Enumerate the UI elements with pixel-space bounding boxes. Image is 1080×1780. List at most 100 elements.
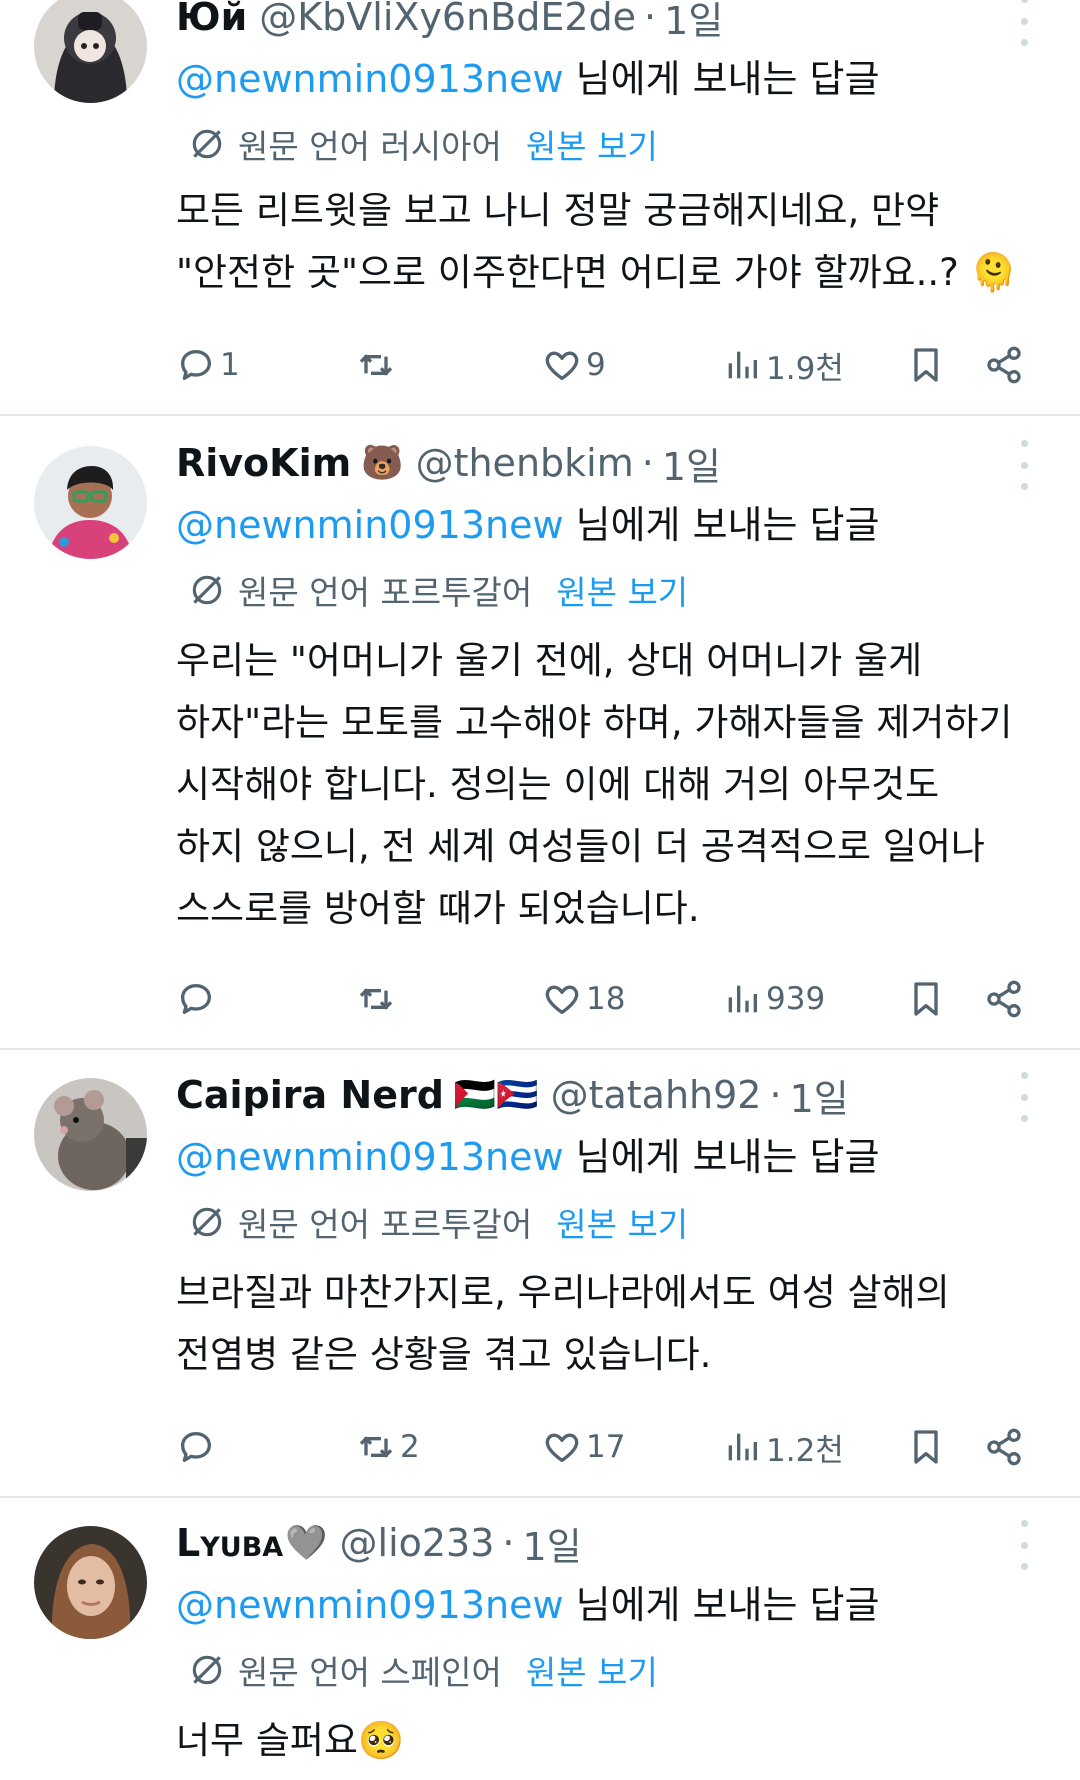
display-name[interactable]: Lyuba [176, 1521, 283, 1565]
timestamp[interactable]: 1일 [790, 1068, 849, 1123]
timestamp[interactable]: 1일 [523, 1516, 582, 1571]
tweet-header: Lyuba 🩶 @lio233 · 1일 [176, 1516, 582, 1571]
retweet-button[interactable] [356, 974, 400, 1024]
show-original-link[interactable]: 원본 보기 [526, 120, 658, 168]
like-button[interactable]: 18 [542, 974, 625, 1024]
views-button[interactable]: 1.9천 [722, 340, 844, 390]
bookmark-icon [914, 982, 938, 1016]
reply-count: 1 [220, 347, 240, 383]
action-bar: 2 17 1.2천 [176, 1422, 1036, 1472]
tweet-text: 브라질과 마찬가지로, 우리나라에서도 여성 살해의 전염병 같은 상황을 겪고… [176, 1271, 950, 1376]
reply-tweet[interactable]: Caipira Nerd 🇵🇸🇨🇺 @tatahh92 · 1일 @newnmi… [0, 1050, 1080, 1496]
more-icon[interactable] [1012, 1072, 1036, 1122]
views-icon [728, 351, 757, 379]
replying-to: @newnmin0913new 님에게 보내는 답글 [176, 1135, 880, 1179]
tweet-header: RivoKim 🐻 @thenbkim · 1일 [176, 436, 721, 491]
translate-icon [192, 1207, 222, 1237]
reply-mention[interactable]: @newnmin0913new [176, 57, 564, 101]
avatar[interactable] [34, 1078, 147, 1191]
translation-label: 원문 언어 포르투갈어 [238, 573, 533, 612]
show-original-link[interactable]: 원본 보기 [526, 1646, 658, 1694]
retweet-icon [359, 988, 393, 1010]
translate-icon [192, 1655, 222, 1685]
replying-to: @newnmin0913new 님에게 보내는 답글 [176, 503, 880, 547]
bookmark-icon [914, 1430, 938, 1464]
reply-mention[interactable]: @newnmin0913new [176, 503, 564, 547]
translation-bar: 원문 언어 러시아어 원본 보기 [188, 120, 658, 168]
user-handle[interactable]: @thenbkim [416, 441, 634, 485]
replying-to: @newnmin0913new 님에게 보내는 답글 [176, 1583, 880, 1627]
replying-to: @newnmin0913new 님에게 보내는 답글 [176, 57, 880, 101]
heart-icon [545, 351, 579, 380]
reply-icon [181, 350, 211, 380]
tweet-text: 너무 슬퍼요🥺 [176, 1719, 405, 1762]
avatar[interactable] [34, 0, 147, 103]
bookmark-button[interactable] [906, 974, 946, 1024]
reply-tweet[interactable]: Юй @KbVliXy6nBdE2de · 1일 @newnmin0913new… [0, 0, 1080, 414]
views-button[interactable]: 939 [722, 974, 825, 1024]
share-icon [987, 1428, 1021, 1466]
reply-tweet[interactable]: Lyuba 🩶 @lio233 · 1일 @newnmin0913new 님에게… [0, 1498, 1080, 1780]
show-original-link[interactable]: 원본 보기 [556, 566, 688, 614]
timestamp[interactable]: 1일 [664, 0, 723, 45]
bookmark-button[interactable] [906, 1422, 946, 1472]
tweet-header: Caipira Nerd 🇵🇸🇨🇺 @tatahh92 · 1일 [176, 1068, 849, 1123]
share-button[interactable] [984, 1422, 1024, 1472]
retweet-button[interactable]: 2 [356, 1422, 420, 1472]
display-name[interactable]: Юй [176, 0, 247, 39]
user-handle[interactable]: @tatahh92 [551, 1073, 762, 1117]
reply-icon [181, 984, 211, 1014]
views-button[interactable]: 1.2천 [722, 1422, 844, 1472]
action-bar: 1 9 1.9천 [176, 340, 1036, 390]
display-name[interactable]: RivoKim [176, 441, 351, 485]
share-button[interactable] [984, 340, 1024, 390]
bookmark-button[interactable] [906, 340, 946, 390]
retweet-icon [359, 354, 393, 376]
avatar[interactable] [34, 1526, 147, 1639]
bookmark-icon [914, 348, 938, 382]
user-handle[interactable]: @KbVliXy6nBdE2de [259, 0, 636, 39]
like-count: 9 [586, 347, 606, 383]
display-name[interactable]: Caipira Nerd [176, 1073, 444, 1117]
view-count: 1.2천 [766, 1432, 844, 1469]
translation-label: 원문 언어 러시아어 [238, 127, 502, 166]
reply-mention[interactable]: @newnmin0913new [176, 1583, 564, 1627]
translation-label: 원문 언어 포르투갈어 [238, 1205, 533, 1244]
tweet-text: 우리는 "어머니가 울기 전에, 상대 어머니가 울게 하자"라는 모토를 고수… [176, 639, 1013, 930]
show-original-link[interactable]: 원본 보기 [556, 1198, 688, 1246]
tweet-text: 모든 리트윗을 보고 나니 정말 궁금해지네요, 만약 "안전한 곳"으로 이주… [176, 189, 1017, 294]
tweet-header: Юй @KbVliXy6nBdE2de · 1일 [176, 0, 723, 45]
reply-button[interactable] [176, 1422, 220, 1472]
more-icon[interactable] [1012, 1520, 1036, 1570]
reply-icon [181, 1432, 211, 1462]
translation-bar: 원문 언어 포르투갈어 원본 보기 [188, 1198, 688, 1246]
retweet-icon [359, 1436, 393, 1458]
name-emoji: 🇵🇸🇨🇺 [453, 1075, 539, 1115]
reply-button[interactable] [176, 974, 220, 1024]
retweet-button[interactable] [356, 340, 400, 390]
like-button[interactable]: 9 [542, 340, 606, 390]
timestamp[interactable]: 1일 [662, 436, 721, 491]
view-count: 1.9천 [766, 350, 844, 387]
user-handle[interactable]: @lio233 [340, 1521, 495, 1565]
avatar[interactable] [34, 446, 147, 559]
like-count: 18 [586, 981, 626, 1017]
heart-icon [545, 985, 579, 1014]
share-button[interactable] [984, 974, 1024, 1024]
share-icon [987, 346, 1021, 384]
views-icon [728, 985, 757, 1013]
more-icon[interactable] [1012, 0, 1036, 46]
reply-button[interactable]: 1 [176, 340, 240, 390]
reply-mention[interactable]: @newnmin0913new [176, 1135, 564, 1179]
more-icon[interactable] [1012, 440, 1036, 490]
like-count: 17 [586, 1429, 626, 1465]
like-button[interactable]: 17 [542, 1422, 625, 1472]
translation-bar: 원문 언어 포르투갈어 원본 보기 [188, 566, 688, 614]
name-emoji: 🐻 [361, 443, 404, 483]
translate-icon [192, 575, 222, 605]
reply-tweet[interactable]: RivoKim 🐻 @thenbkim · 1일 @newnmin0913new… [0, 416, 1080, 1048]
views-icon [728, 1433, 757, 1461]
action-bar: 18 939 [176, 974, 1036, 1024]
share-icon [987, 980, 1021, 1018]
translate-icon [192, 129, 222, 159]
